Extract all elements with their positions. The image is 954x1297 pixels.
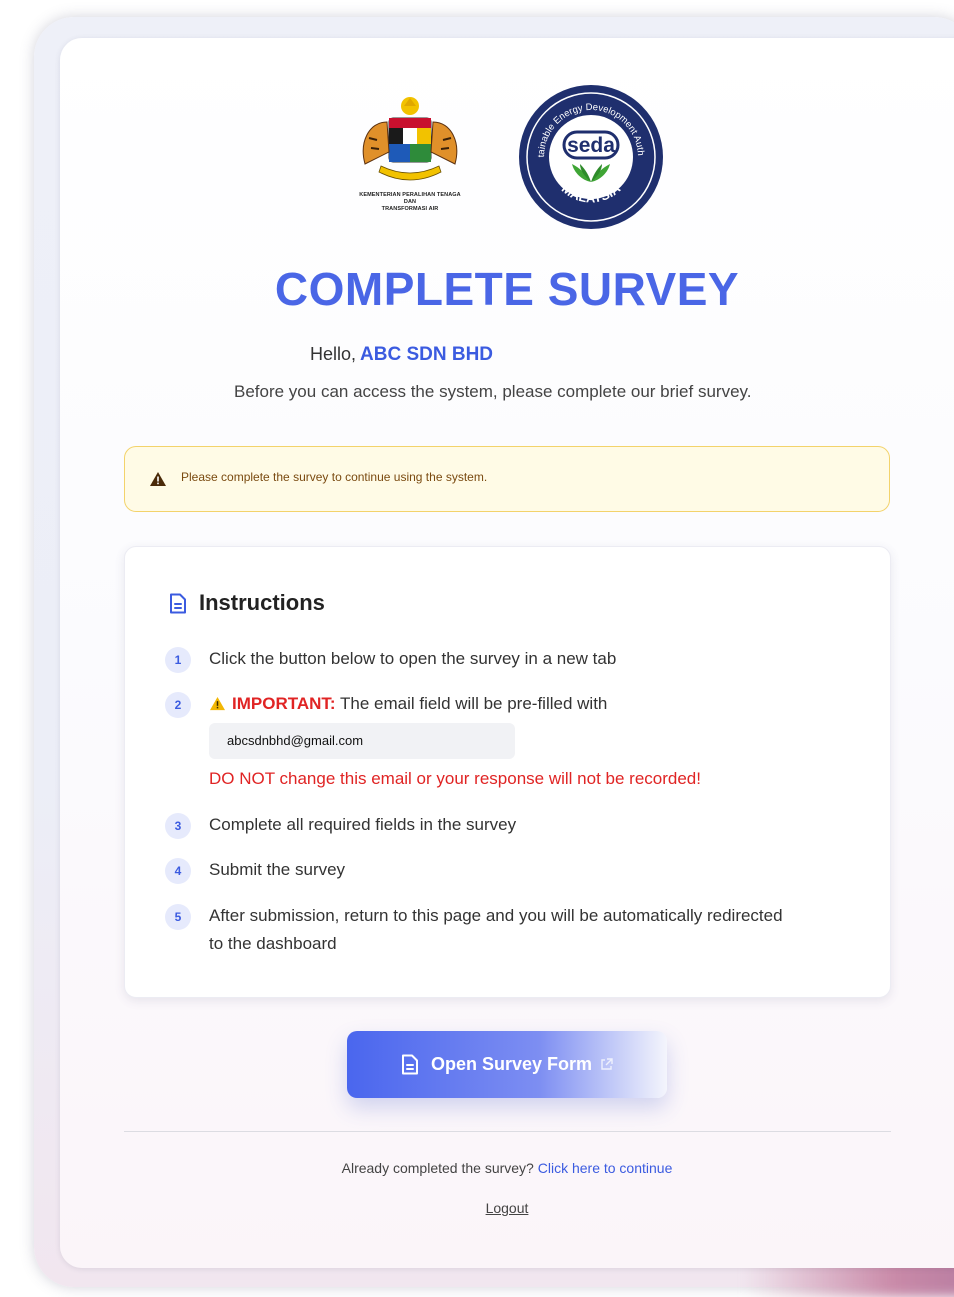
ministry-caption: KEMENTERIAN PERALIHAN TENAGA DAN TRANSFO… bbox=[355, 192, 465, 213]
seda-wordmark: seda bbox=[567, 134, 615, 157]
warning-alert: Please complete the survey to continue u… bbox=[124, 446, 890, 512]
email-warning-text: DO NOT change this email or your respons… bbox=[209, 769, 701, 788]
prefilled-email-box: abcsdnbhd@gmail.com bbox=[209, 723, 515, 759]
instruction-step-5: 5 After submission, return to this page … bbox=[165, 904, 783, 958]
logo-row: KEMENTERIAN PERALIHAN TENAGA DAN TRANSFO… bbox=[355, 84, 675, 234]
already-completed-row: Already completed the survey? Click here… bbox=[0, 1160, 954, 1176]
warning-triangle-icon bbox=[150, 472, 166, 486]
continue-link[interactable]: Click here to continue bbox=[538, 1160, 673, 1176]
instruction-step-3: 3 Complete all required fields in the su… bbox=[165, 813, 516, 839]
instructions-title: Instructions bbox=[199, 590, 325, 615]
external-link-icon bbox=[601, 1058, 613, 1070]
ministry-caption-line2: TRANSFORMASI AIR bbox=[381, 206, 439, 212]
instructions-panel: Instructions 1 Click the button below to… bbox=[124, 546, 891, 998]
alert-text: Please complete the survey to continue u… bbox=[181, 470, 488, 484]
logout-link[interactable]: Logout bbox=[0, 1200, 954, 1216]
step-number: 2 bbox=[165, 692, 191, 718]
ministry-caption-line1: KEMENTERIAN PERALIHAN TENAGA DAN bbox=[359, 192, 461, 205]
step-2-text: The email field will be pre-filled with bbox=[339, 694, 608, 713]
already-completed-text: Already completed the survey? bbox=[341, 1160, 534, 1176]
step-text: Submit the survey bbox=[209, 860, 346, 879]
kementerian-logo: KEMENTERIAN PERALIHAN TENAGA DAN TRANSFO… bbox=[355, 92, 465, 222]
instruction-step-2: 2 IMPORTANT: The email field will be pre… bbox=[165, 692, 607, 718]
step-5-line2: to the dashboard bbox=[209, 934, 337, 953]
step-number: 5 bbox=[165, 904, 191, 930]
coat-of-arms-icon bbox=[362, 97, 458, 181]
instruction-step-4: 4 Submit the survey bbox=[165, 858, 345, 884]
open-survey-form-label: Open Survey Form bbox=[430, 1054, 593, 1074]
page-title: COMPLETE SURVEY bbox=[274, 263, 740, 315]
greeting: Hello, ABC SDN BHD bbox=[310, 344, 493, 366]
instructions-heading: Instructions bbox=[169, 590, 325, 616]
step-text: Click the button below to open the surve… bbox=[209, 649, 617, 668]
step-number: 1 bbox=[165, 647, 191, 673]
step-5-line1: After submission, return to this page an… bbox=[209, 906, 783, 925]
step-number: 3 bbox=[165, 813, 191, 839]
open-survey-form-button[interactable]: Open Survey Form bbox=[347, 1031, 667, 1098]
company-name: ABC SDN BHD bbox=[360, 344, 494, 365]
document-icon bbox=[170, 593, 186, 613]
step-text: IMPORTANT: The email field will be pre-f… bbox=[209, 690, 607, 718]
document-icon bbox=[401, 1054, 418, 1075]
footer-divider bbox=[124, 1131, 891, 1132]
important-label: IMPORTANT: bbox=[232, 694, 336, 713]
subtitle: Before you can access the system, please… bbox=[234, 382, 752, 401]
step-number: 4 bbox=[165, 858, 191, 884]
step-text: After submission, return to this page an… bbox=[209, 902, 783, 958]
step-text: Complete all required fields in the surv… bbox=[209, 815, 517, 834]
seda-logo: Sustainable Energy Development Authority… bbox=[518, 84, 663, 229]
warning-icon bbox=[210, 696, 225, 711]
greeting-prefix: Hello, bbox=[310, 344, 357, 364]
instruction-step-1: 1 Click the button below to open the sur… bbox=[165, 647, 616, 673]
